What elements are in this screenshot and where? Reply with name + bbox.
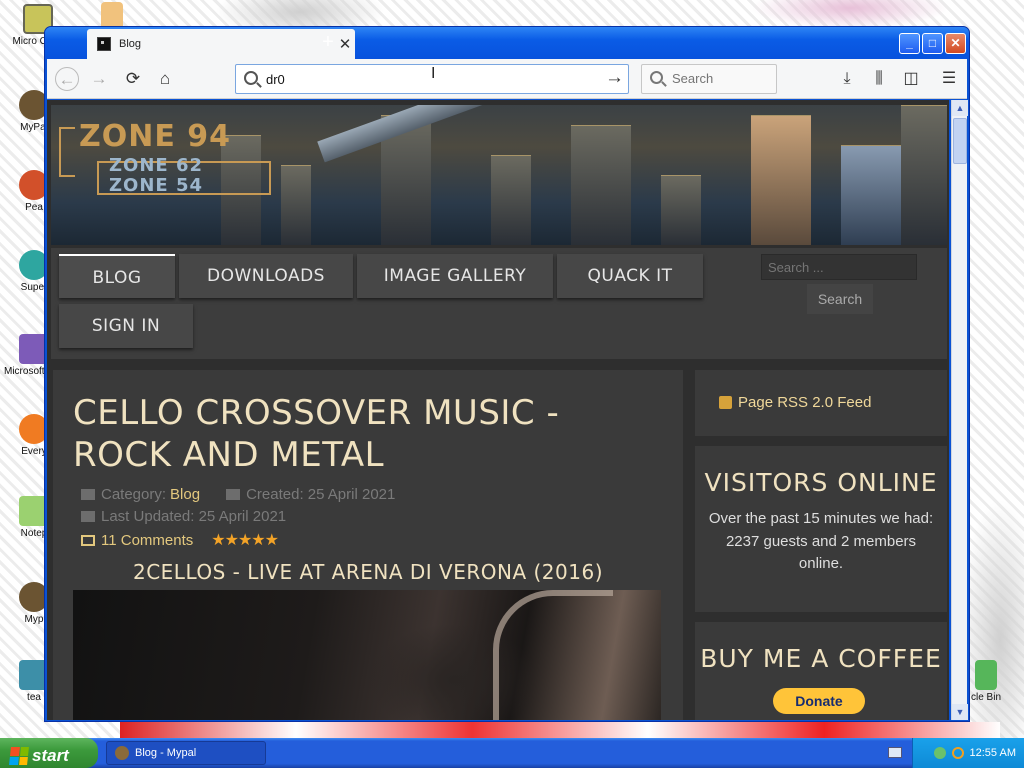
scroll-thumb[interactable] bbox=[953, 118, 967, 164]
search-icon bbox=[650, 71, 663, 84]
forward-arrow-icon[interactable]: → bbox=[87, 67, 111, 91]
taskbar-item-label: Blog - Mypal bbox=[135, 747, 197, 759]
article-title[interactable]: CELLO CROSSOVER MUSIC - ROCK AND METAL bbox=[73, 392, 663, 476]
rss-icon bbox=[719, 396, 732, 409]
calendar-icon bbox=[81, 511, 95, 522]
site-favicon-icon bbox=[97, 37, 111, 51]
rss-module: Page RSS 2.0 Feed bbox=[695, 370, 947, 436]
vertical-scrollbar[interactable]: ▲ ▼ bbox=[951, 100, 968, 720]
article-comments: 11 Comments ★★★★★ bbox=[81, 530, 279, 550]
start-button[interactable]: start bbox=[0, 738, 98, 768]
title-bar: Blog ✕ + _ □ ✕ bbox=[45, 27, 969, 59]
coffee-module: BUY ME A COFFEE Donate bbox=[695, 622, 947, 720]
video-title: 2CELLOS - LIVE AT ARENA DI VERONA (2016) bbox=[132, 560, 604, 584]
rating-stars[interactable]: ★★★★★ bbox=[211, 530, 279, 550]
wallpaper-stripe bbox=[120, 722, 1000, 738]
visitors-title: VISITORS ONLINE bbox=[704, 468, 938, 497]
url-input[interactable] bbox=[266, 70, 586, 88]
banner-building bbox=[281, 165, 311, 245]
video-player[interactable] bbox=[73, 590, 661, 720]
banner-building bbox=[751, 115, 811, 245]
nav-image-gallery[interactable]: IMAGE GALLERY bbox=[357, 254, 553, 298]
keyboard-icon[interactable] bbox=[888, 747, 902, 758]
nav-quack-it[interactable]: QUACK IT bbox=[557, 254, 703, 298]
new-tab-button[interactable]: + bbox=[317, 31, 339, 55]
scroll-down-icon[interactable]: ▼ bbox=[952, 704, 968, 720]
clock[interactable]: 12:55 AM bbox=[970, 747, 1016, 759]
category-link[interactable]: Blog bbox=[170, 486, 200, 503]
donate-button[interactable]: Donate bbox=[773, 688, 865, 714]
page-content: ZONE 94 ZONE 62 ZONE 54 BLOG DOWNLOADS I… bbox=[47, 100, 949, 720]
folder-icon bbox=[81, 489, 95, 500]
video-frame bbox=[493, 590, 613, 720]
go-arrow-icon[interactable]: → bbox=[605, 67, 624, 89]
calendar-icon bbox=[226, 489, 241, 500]
reload-icon[interactable]: ⟳ bbox=[121, 67, 145, 91]
taskbar-item-mypal[interactable]: Blog - Mypal bbox=[106, 741, 266, 765]
site-search-input[interactable] bbox=[761, 254, 917, 280]
minimize-button[interactable]: _ bbox=[899, 33, 920, 54]
site-logo-sub1: ZONE 62 bbox=[109, 155, 204, 176]
download-icon[interactable]: ⤓ bbox=[835, 67, 859, 91]
site-search-button[interactable]: Search bbox=[807, 284, 873, 314]
site-banner: ZONE 94 ZONE 62 ZONE 54 bbox=[51, 105, 947, 245]
article-meta-category: Category: Blog Created: 25 April 2021 bbox=[81, 486, 395, 503]
tab-title: Blog bbox=[119, 38, 142, 50]
mypal-icon bbox=[115, 746, 129, 760]
network-icon[interactable] bbox=[933, 747, 946, 759]
recycle-bin-icon bbox=[975, 660, 997, 690]
start-label: start bbox=[32, 745, 69, 765]
back-arrow-icon[interactable]: ← bbox=[55, 67, 79, 91]
search-bar[interactable] bbox=[641, 64, 777, 94]
coffee-title: BUY ME A COFFEE bbox=[700, 644, 942, 673]
site-logo-main[interactable]: ZONE 94 bbox=[79, 119, 231, 154]
comment-icon bbox=[81, 534, 95, 546]
library-icon[interactable]: ⫼ bbox=[867, 67, 891, 91]
nav-blog[interactable]: BLOG bbox=[59, 254, 175, 298]
windows-logo-icon bbox=[9, 746, 29, 765]
article-meta-updated: Last Updated: 25 April 2021 bbox=[81, 508, 286, 525]
text-cursor-icon: I bbox=[431, 65, 436, 82]
navigation-toolbar: ← → ⟳ ⌂ → I ⤓ ⫼ ◫ ☰ bbox=[47, 59, 967, 99]
category-label: Category: bbox=[101, 486, 167, 503]
visitors-text: Over the past 15 minutes we had: 2237 gu… bbox=[708, 510, 934, 572]
search-input[interactable] bbox=[672, 71, 772, 86]
banner-building bbox=[661, 175, 701, 245]
maximize-button[interactable]: □ bbox=[922, 33, 943, 54]
comments-link[interactable]: 11 Comments bbox=[101, 532, 193, 549]
rss-link[interactable]: Page RSS 2.0 Feed bbox=[719, 394, 871, 411]
sidebar-icon[interactable]: ◫ bbox=[899, 67, 923, 91]
banner-building bbox=[491, 155, 531, 245]
tab-blog[interactable]: Blog ✕ bbox=[87, 29, 355, 59]
browser-window: Blog ✕ + _ □ ✕ ← → ⟳ ⌂ → I ⤓ ⫼ ◫ ☰ bbox=[44, 26, 970, 722]
banner-building bbox=[841, 145, 901, 245]
banner-building bbox=[571, 125, 631, 245]
search-tray-icon[interactable] bbox=[951, 747, 964, 759]
close-window-button[interactable]: ✕ bbox=[945, 33, 966, 54]
updated-date: Last Updated: 25 April 2021 bbox=[101, 508, 287, 525]
scroll-up-icon[interactable]: ▲ bbox=[952, 100, 968, 116]
site-nav: BLOG DOWNLOADS IMAGE GALLERY QUACK IT SI… bbox=[51, 248, 947, 359]
logo-bracket bbox=[59, 127, 75, 177]
article: CELLO CROSSOVER MUSIC - ROCK AND METAL C… bbox=[53, 370, 683, 720]
hamburger-menu-icon[interactable]: ☰ bbox=[937, 67, 961, 91]
home-icon[interactable]: ⌂ bbox=[153, 67, 177, 91]
rss-label: Page RSS 2.0 Feed bbox=[738, 394, 872, 411]
visitors-module: VISITORS ONLINE Over the past 15 minutes… bbox=[695, 446, 947, 612]
banner-building bbox=[901, 105, 947, 245]
system-tray: 12:55 AM bbox=[912, 738, 1024, 768]
nav-sign-in[interactable]: SIGN IN bbox=[59, 304, 193, 348]
search-icon bbox=[244, 71, 258, 85]
created-date: Created: 25 April 2021 bbox=[246, 486, 396, 503]
taskbar: start Blog - Mypal 12:55 AM bbox=[0, 738, 1024, 768]
nav-downloads[interactable]: DOWNLOADS bbox=[179, 254, 353, 298]
site-logo-sub2: ZONE 54 bbox=[109, 175, 204, 196]
